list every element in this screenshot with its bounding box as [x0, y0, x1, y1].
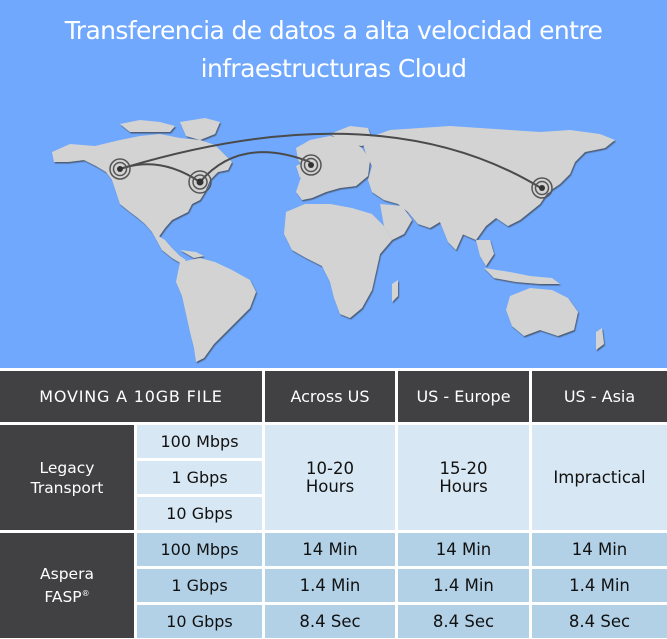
group-aspera-fasp: Aspera FASP®: [0, 533, 137, 639]
group-legacy-transport: Legacy Transport: [0, 425, 137, 533]
page-title: Transferencia de datos a alta velocidad …: [0, 12, 667, 88]
legacy-us-europe: 15-20 Hours: [398, 425, 532, 533]
title-line-1: Transferencia de datos a alta velocidad …: [64, 16, 603, 45]
marker-west-us: [109, 158, 131, 180]
southeast-asia: [476, 240, 494, 266]
legacy-us-asia: Impractical: [532, 425, 667, 533]
header-corner: MOVING A 10GB FILE: [0, 371, 265, 425]
indonesia: [484, 268, 560, 284]
madagascar: [392, 280, 398, 302]
value-cell: 8.4 Sec: [265, 605, 398, 639]
value-cell: 8.4 Sec: [398, 605, 532, 639]
speed-cell: 10 Gbps: [137, 605, 265, 639]
table-header-row: MOVING A 10GB FILE Across US US - Europe…: [0, 371, 667, 425]
speed-cell: 100 Mbps: [137, 533, 265, 569]
value-cell: 14 Min: [398, 533, 532, 569]
greenland: [180, 118, 220, 140]
value-cell: 1.4 Min: [532, 569, 667, 605]
new-zealand: [596, 328, 604, 350]
speed-cell: 1 Gbps: [137, 461, 265, 497]
table-row: Aspera FASP® 100 Mbps 14 Min 14 Min 14 M…: [0, 533, 667, 639]
speed-cell: 100 Mbps: [137, 425, 265, 461]
value-cell: 14 Min: [532, 533, 667, 569]
legacy-across-us: 10-20 Hours: [265, 425, 398, 533]
header-us-europe: US - Europe: [398, 371, 532, 425]
value-cell: 8.4 Sec: [532, 605, 667, 639]
header-across-us: Across US: [265, 371, 398, 425]
registered-mark: ®: [81, 589, 90, 598]
australia: [506, 288, 578, 336]
value-cell: 1.4 Min: [398, 569, 532, 605]
marker-east-us: [188, 170, 212, 194]
india: [440, 222, 464, 250]
central-america: [152, 232, 186, 264]
infographic: Transferencia de datos a alta velocidad …: [0, 0, 667, 639]
speed-cell: 10 Gbps: [137, 497, 265, 533]
world-map: [52, 118, 615, 362]
transfer-comparison-table: MOVING A 10GB FILE Across US US - Europe…: [0, 371, 667, 639]
value-cell: 1.4 Min: [265, 569, 398, 605]
caribbean: [180, 250, 204, 258]
table-row: Legacy Transport 100 Mbps 10-20 Hours 15…: [0, 425, 667, 533]
banner: Transferencia de datos a alta velocidad …: [0, 0, 667, 368]
africa: [284, 204, 392, 318]
south-america: [176, 258, 256, 362]
header-us-asia: US - Asia: [532, 371, 667, 425]
marker-europe: [300, 154, 322, 176]
title-line-2: infraestructuras Cloud: [200, 54, 467, 83]
canada-islands: [120, 120, 175, 132]
value-cell: 14 Min: [265, 533, 398, 569]
speed-cell: 1 Gbps: [137, 569, 265, 605]
marker-asia: [531, 177, 553, 199]
